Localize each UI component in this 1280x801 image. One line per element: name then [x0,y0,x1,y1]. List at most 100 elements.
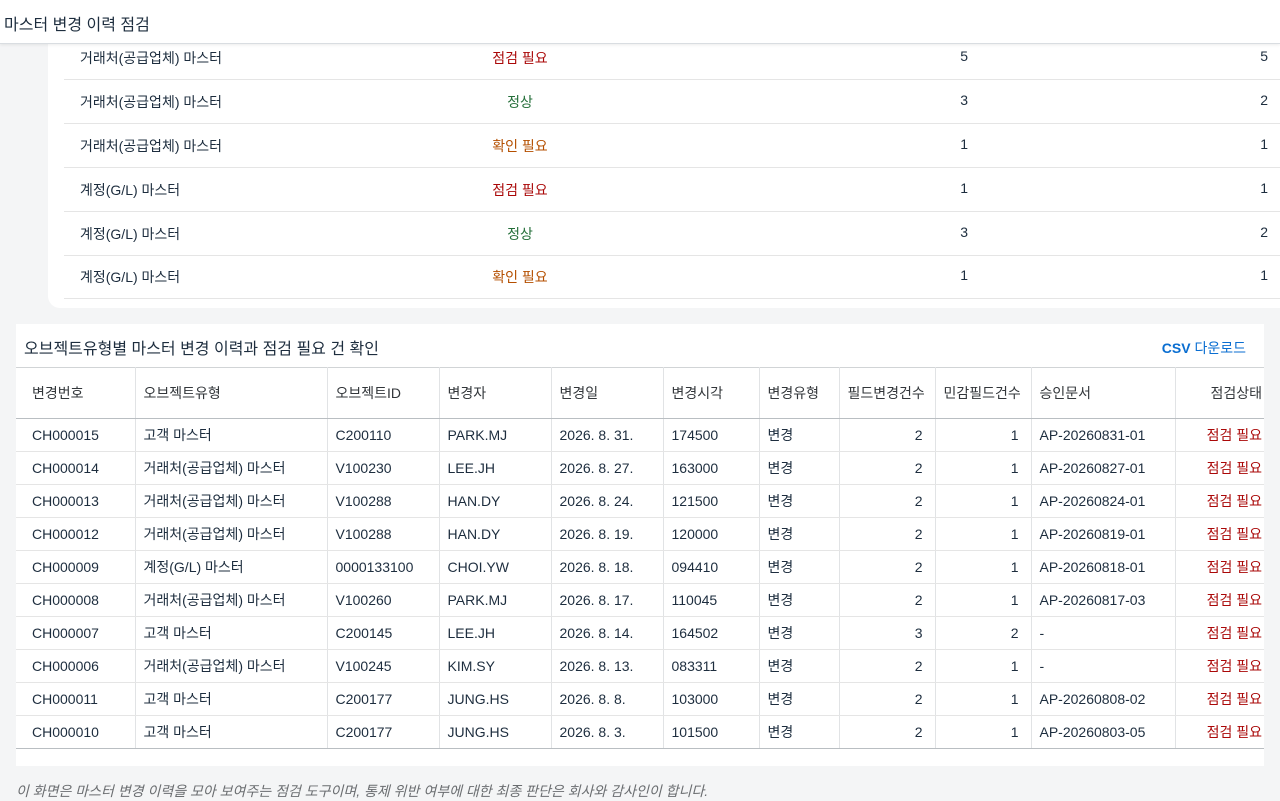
summary-row[interactable]: 계정(G/L) 마스터 정상 3 2 [64,211,1280,256]
column-header[interactable]: 승인문서 [1031,367,1176,419]
change-type-cell: 변경 [759,682,840,716]
table-row[interactable]: CH000009 계정(G/L) 마스터 0000133100 CHOI.YW 2026… [16,550,1264,584]
field-change-count-cell: 2 [839,517,936,551]
summary-row[interactable]: 거래처(공급업체) 마스터 정상 3 2 [64,79,1280,124]
sensitive-field-count-cell: 1 [935,550,1032,584]
check-status-cell: 점검 필요 [1175,583,1264,617]
download-label: 다운로드 [1190,340,1246,356]
change-number-cell: CH000014 [16,451,136,485]
column-header[interactable]: 필드변경건수 [839,367,936,419]
changed-by-cell: HAN.DY [439,484,552,518]
column-header[interactable]: 변경유형 [759,367,840,419]
approval-doc-cell: AP-20260819-01 [1031,517,1176,551]
page-title: 마스터 변경 이력 점검 [4,17,150,34]
check-status-cell: 점검 필요 [1175,451,1264,485]
object-type-cell: 거래처(공급업체) 마스터 [135,649,328,683]
change-number-cell: CH000010 [16,715,136,749]
change-time-cell: 103000 [663,682,760,716]
disclaimer-text: 이 화면은 마스터 변경 이력을 모아 보여주는 점검 도구이며, 통제 위반 … [16,783,709,799]
change-time-cell: 174500 [663,418,760,452]
column-header[interactable]: 오브젝트유형 [135,367,328,419]
section-title: 오브젝트유형별 마스터 변경 이력과 점검 필요 건 확인 [24,341,379,358]
change-time-cell: 163000 [663,451,760,485]
table-row[interactable]: CH000011 고객 마스터 C200177 JUNG.HS 2026. 8. 8. 1… [16,682,1264,716]
field-change-count-cell: 2 [839,583,936,617]
object-id-cell: V100288 [327,517,440,551]
sensitive-field-count-cell: 1 [935,682,1032,716]
changed-by-cell: KIM.SY [439,649,552,683]
table-row[interactable]: CH000006 거래처(공급업체) 마스터 V100245 KIM.SY 2026. … [16,649,1264,683]
sensitive-field-count-cell: 1 [935,649,1032,683]
summary-object-type: 거래처(공급업체) 마스터 [80,50,223,66]
check-status-cell: 점검 필요 [1175,484,1264,518]
summary-row[interactable]: 계정(G/L) 마스터 점검 필요 1 1 [64,167,1280,212]
summary-status: 점검 필요 [492,50,548,66]
change-date-cell: 2026. 8. 19. [551,517,664,551]
column-header[interactable]: 오브젝트ID [327,367,440,419]
object-id-cell: V100260 [327,583,440,617]
table-row[interactable]: CH000007 고객 마스터 C200145 LEE.JH 2026. 8. 14. 1… [16,616,1264,650]
table-row[interactable]: CH000008 거래처(공급업체) 마스터 V100260 PARK.MJ 2026.… [16,583,1264,617]
sensitive-field-count-cell: 1 [935,418,1032,452]
summary-count: 5 [1260,48,1268,64]
summary-object-type: 계정(G/L) 마스터 [80,182,181,198]
column-header[interactable]: 민감필드건수 [935,367,1032,419]
change-date-cell: 2026. 8. 14. [551,616,664,650]
object-type-cell: 고객 마스터 [135,682,328,716]
approval-doc-cell: AP-20260827-01 [1031,451,1176,485]
csv-label: CSV [1161,340,1191,356]
summary-row[interactable]: 거래처(공급업체) 마스터 확인 필요 1 1 [64,123,1280,168]
summary-object-type: 거래처(공급업체) 마스터 [80,94,223,110]
field-change-count-cell: 2 [839,484,936,518]
summary-status: 정상 [507,94,533,110]
changed-by-cell: PARK.MJ [439,583,552,617]
table-row[interactable]: CH000010 고객 마스터 C200177 JUNG.HS 2026. 8. 3. 1… [16,715,1264,749]
change-time-cell: 101500 [663,715,760,749]
object-type-cell: 고객 마스터 [135,616,328,650]
field-change-count-cell: 2 [839,550,936,584]
change-date-cell: 2026. 8. 8. [551,682,664,716]
changed-by-cell: LEE.JH [439,616,552,650]
change-type-cell: 변경 [759,616,840,650]
column-header[interactable]: 변경자 [439,367,552,419]
change-number-cell: CH000015 [16,418,136,452]
change-number-cell: CH000012 [16,517,136,551]
column-header[interactable]: 변경시각 [663,367,760,419]
approval-doc-cell: AP-20260831-01 [1031,418,1176,452]
field-change-count-cell: 3 [839,616,936,650]
table-row[interactable]: CH000013 거래처(공급업체) 마스터 V100288 HAN.DY 2026. … [16,484,1264,518]
summary-object-type: 계정(G/L) 마스터 [80,226,181,242]
summary-status: 점검 필요 [492,182,548,198]
object-type-cell: 거래처(공급업체) 마스터 [135,484,328,518]
column-header[interactable]: 변경일 [551,367,664,419]
summary-object-type: 거래처(공급업체) 마스터 [80,138,223,154]
detail-panel: 오브젝트유형별 마스터 변경 이력과 점검 필요 건 확인 CSV 다운로드 변… [16,324,1264,766]
approval-doc-cell: - [1031,616,1176,650]
change-number-cell: CH000011 [16,682,136,716]
change-number-cell: CH000009 [16,550,136,584]
column-header[interactable]: 점검상태 [1175,367,1264,419]
change-date-cell: 2026. 8. 17. [551,583,664,617]
change-time-cell: 164502 [663,616,760,650]
changed-by-cell: PARK.MJ [439,418,552,452]
field-change-count-cell: 2 [839,649,936,683]
change-number-cell: CH000008 [16,583,136,617]
csv-download-link[interactable]: CSV 다운로드 [1162,338,1246,358]
changed-by-cell: LEE.JH [439,451,552,485]
object-id-cell: V100230 [327,451,440,485]
table-row[interactable]: CH000014 거래처(공급업체) 마스터 V100230 LEE.JH 2026. … [16,451,1264,485]
summary-card: 거래처(공급업체) 마스터 점검 필요 5 5 거래처(공급업체) 마스터 정상 3 2 거래처… [48,0,1280,308]
object-id-cell: V100288 [327,484,440,518]
change-time-cell: 094410 [663,550,760,584]
object-type-cell: 고객 마스터 [135,418,328,452]
object-type-cell: 거래처(공급업체) 마스터 [135,451,328,485]
column-header[interactable]: 변경번호 [16,367,136,419]
table-row[interactable]: CH000012 거래처(공급업체) 마스터 V100288 HAN.DY 2026. … [16,517,1264,551]
change-type-cell: 변경 [759,517,840,551]
table-row[interactable]: CH000015 고객 마스터 C200110 PARK.MJ 2026. 8. 31.… [16,418,1264,452]
field-change-count-cell: 2 [839,682,936,716]
change-history-table: 변경번호 오브젝트유형 오브젝트ID 변경자 변경일 변경시각 변경유형 필드변경건수 민감필드… [16,367,1264,749]
check-status-cell: 점검 필요 [1175,418,1264,452]
summary-row[interactable]: 계정(G/L) 마스터 확인 필요 1 1 [64,254,1280,299]
summary-count: 1 [1260,267,1268,283]
